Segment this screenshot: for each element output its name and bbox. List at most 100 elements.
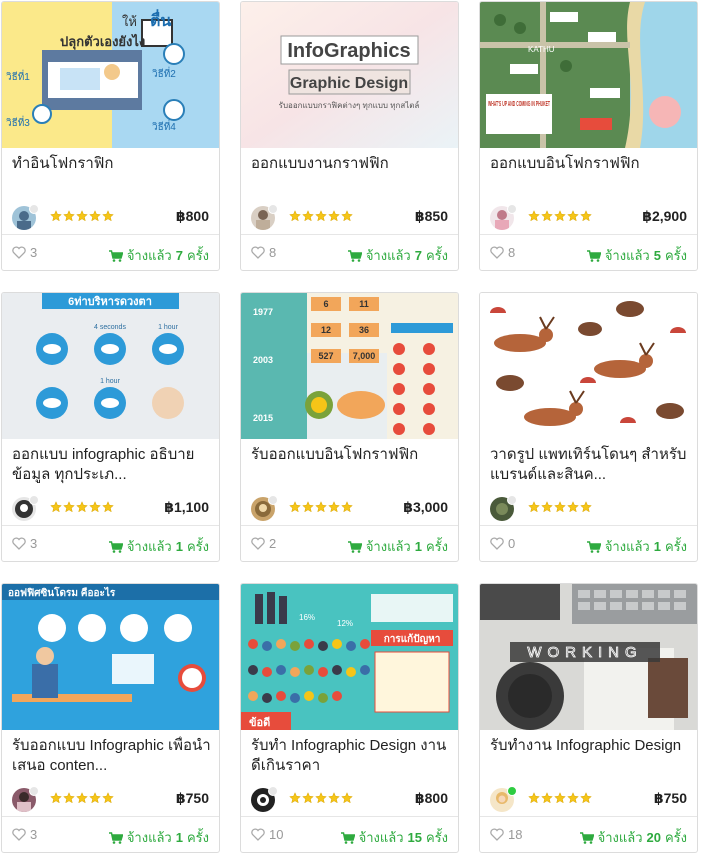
gig-meta: ฿800 [2,202,219,234]
gig-title[interactable]: ออกแบบ infographic อธิบายข้อมูล ทุกประเภ… [12,445,212,485]
thumb-text: วิธีที่4 [152,119,177,133]
thumb-text: WHAT'S UP AND COMING IN PHUKET [488,101,550,108]
star-icon [341,792,353,804]
star-icon [289,501,301,513]
star-icon [76,210,88,222]
gig-thumbnail[interactable]: ออฟฟิศซินโดรม คืออะไร [2,584,219,730]
like-button[interactable]: 2 [251,536,276,551]
online-status-indicator [507,495,517,505]
gig-thumbnail[interactable]: 16% 12% การแก้ปัญหา ข้อดี [241,584,458,730]
hired-count: 1 [653,539,661,554]
star-icon [50,792,62,804]
hired-suffix: ครั้ง [425,830,448,845]
star-icon [541,792,553,804]
hired-suffix: ครั้ง [186,539,209,554]
cart-icon [347,249,362,262]
gig-price: ฿3,000 [403,499,448,515]
rating-stars [50,210,114,226]
thumb-text: 6 [323,299,328,309]
thumb-text: 2003 [253,355,273,365]
star-icon [315,792,327,804]
online-status-indicator [268,204,278,214]
star-icon [541,501,553,513]
star-icon [89,210,101,222]
thumb-text: 1 hour [100,378,121,385]
hired-prefix: จ้างแล้ว [126,830,172,845]
star-icon [341,210,353,222]
gig-footer: 3 จ้างแล้ว 1 ครั้ง [2,525,219,561]
like-button[interactable]: 10 [251,827,283,842]
gig-card[interactable]: WORKING รับทำงาน Infographic Design ฿750… [479,583,698,853]
gig-thumbnail[interactable] [480,293,697,439]
hired-prefix: จ้างแล้ว [358,830,404,845]
heart-icon [12,828,26,841]
gig-thumbnail[interactable]: KATHU WHAT'S UP AND COMING IN PHUKET [480,2,697,148]
hired-suffix: ครั้ง [664,539,687,554]
heart-icon [251,828,265,841]
gig-title[interactable]: ทำอินโฟกราฟิก [12,154,212,174]
like-button[interactable]: 18 [490,827,522,842]
gig-card[interactable]: 1977 2003 2015 6 11 12 36 527 7,000 รับอ… [240,292,459,562]
gig-thumbnail[interactable]: 6ท่าบริหารดวงตา 4 seconds 1 hour 1 hour [2,293,219,439]
star-icon [315,210,327,222]
thumb-text: 16% [299,613,315,622]
rating-stars [289,501,353,517]
heart-icon [490,246,504,259]
gig-card[interactable]: 16% 12% การแก้ปัญหา ข้อดี รับทำ Infograp… [240,583,459,853]
gig-title[interactable]: รับออกแบบอินโฟกราฟฟิก [251,445,451,465]
gig-card[interactable]: ออฟฟิศซินโดรม คืออะไร รับออกแบบ Infograp… [1,583,220,853]
hired-prefix: จ้างแล้ว [365,539,411,554]
gig-thumbnail[interactable]: ปลุกตัวเองยังไง ให้ ตื่น วิธีที่1 วิธีที… [2,2,219,148]
like-button[interactable]: 8 [251,245,276,260]
star-icon [328,792,340,804]
like-button[interactable]: 3 [12,827,37,842]
gig-card[interactable]: 6ท่าบริหารดวงตา 4 seconds 1 hour 1 hour … [1,292,220,562]
rating-stars [528,501,592,517]
like-button[interactable]: 8 [490,245,515,260]
like-button[interactable]: 0 [490,536,515,551]
star-icon [528,501,540,513]
rating-stars [528,210,592,226]
gig-thumbnail[interactable]: InfoGraphics Graphic Design รับออกแบบกรา… [241,2,458,148]
like-button[interactable]: 3 [12,536,37,551]
gig-title[interactable]: ออกแบบอินโฟกราฟฟิก [490,154,690,174]
thumb-text: วิธีที่3 [6,115,31,129]
gig-card[interactable]: InfoGraphics Graphic Design รับออกแบบกรา… [240,1,459,271]
gig-price: ฿750 [653,790,687,806]
thumb-text: 1 hour [158,324,179,331]
gig-card[interactable]: ปลุกตัวเองยังไง ให้ ตื่น วิธีที่1 วิธีที… [1,1,220,271]
hired-count-label: จ้างแล้ว 7 ครั้ง [108,245,209,266]
star-icon [50,210,62,222]
thumb-text: ข้อดี [249,716,270,729]
online-status-indicator [29,204,39,214]
gig-footer: 3 จ้างแล้ว 1 ครั้ง [2,816,219,852]
thumb-text: ปลุกตัวเองยังไง [60,33,145,50]
gig-meta: ฿1,100 [2,493,219,525]
hired-count-label: จ้างแล้ว 5 ครั้ง [586,245,687,266]
gig-card[interactable]: วาดรูป แพทเทิร์นโดนๆ สำหรับแบรนด์และสินค… [479,292,698,562]
heart-icon [490,828,504,841]
gig-price: ฿850 [414,208,448,224]
gig-thumbnail[interactable]: 1977 2003 2015 6 11 12 36 527 7,000 [241,293,458,439]
hired-count: 1 [175,539,183,554]
star-icon [89,792,101,804]
star-icon [328,210,340,222]
gig-title[interactable]: รับทำ Infographic Design งานดีเกินราคา [251,736,451,776]
gig-price: ฿2,900 [642,208,687,224]
gig-grid: ปลุกตัวเองยังไง ให้ ตื่น วิธีที่1 วิธีที… [0,0,703,856]
gig-title[interactable]: ออกแบบงานกราฟฟิก [251,154,451,174]
hired-count: 7 [175,248,183,263]
gig-card[interactable]: KATHU WHAT'S UP AND COMING IN PHUKET ออก… [479,1,698,271]
gig-title[interactable]: รับออกแบบ Infographic เพื่อนำเสนอ conten… [12,736,212,776]
like-button[interactable]: 3 [12,245,37,260]
gig-footer: 3 จ้างแล้ว 7 ครั้ง [2,234,219,270]
thumb-text: วิธีที่2 [152,66,177,80]
hired-prefix: จ้างแล้ว [597,830,643,845]
gig-meta: ฿750 [480,784,697,816]
gig-thumbnail[interactable]: WORKING [480,584,697,730]
star-icon [528,210,540,222]
gig-title[interactable]: รับทำงาน Infographic Design [490,736,690,756]
gig-price: ฿800 [175,208,209,224]
cart-icon [347,540,362,553]
gig-title[interactable]: วาดรูป แพทเทิร์นโดนๆ สำหรับแบรนด์และสินค… [490,445,690,485]
